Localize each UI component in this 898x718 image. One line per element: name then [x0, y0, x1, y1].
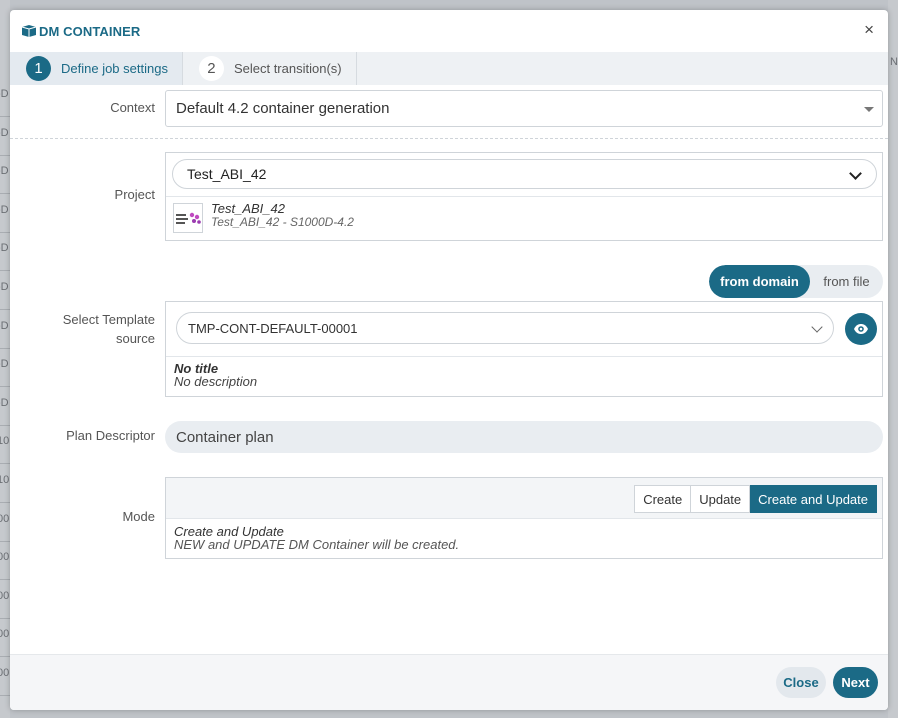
template-source-label-line2: source — [115, 331, 155, 346]
background-row-line — [0, 617, 10, 619]
close-button[interactable]: Close — [776, 667, 826, 698]
template-description: No description — [174, 374, 258, 389]
background-fragment: 00 — [0, 589, 10, 602]
close-icon[interactable]: × — [864, 21, 874, 38]
container-icon — [21, 24, 37, 38]
context-select[interactable]: Default 4.2 container generation — [165, 90, 883, 127]
chevron-down-icon — [849, 167, 862, 180]
background-fragment: 00 — [0, 628, 10, 641]
mode-options-bar: Create Update Create and Update — [166, 478, 882, 519]
chevron-down-icon — [811, 321, 823, 333]
background-fragment: 10 — [0, 435, 10, 448]
step-label: Select transition(s) — [233, 61, 342, 76]
background-row-line — [0, 386, 10, 388]
background-row-line — [0, 695, 10, 696]
template-source-label-line1: Select Template — [62, 312, 155, 327]
context-label: Context — [110, 100, 155, 115]
mode-label: Mode — [122, 509, 155, 524]
background-row-line — [0, 231, 10, 233]
project-card-name: Test_ABI_42 — [211, 201, 285, 216]
project-selected-value: Test_ABI_42 — [187, 166, 267, 182]
background-fragment: N — [890, 56, 898, 68]
background-fragment: -D — [0, 281, 9, 293]
step-number: 1 — [26, 56, 51, 81]
divider — [166, 196, 882, 197]
background-fragment: 00 — [0, 667, 10, 679]
mode-update-button[interactable]: Update — [691, 485, 751, 513]
toggle-from-file[interactable]: from file — [810, 265, 883, 298]
step-select-transitions[interactable]: 2 Select transition(s) — [183, 52, 357, 85]
divider — [166, 356, 882, 357]
background-fragment: 00 — [0, 551, 10, 564]
mode-create-button[interactable]: Create — [634, 485, 692, 513]
background-row-line — [0, 656, 10, 658]
project-label: Project — [114, 187, 155, 202]
background-row-line — [0, 193, 10, 195]
step-define-job-settings[interactable]: 1 Define job settings — [10, 52, 183, 85]
toggle-from-domain[interactable]: from domain — [709, 265, 810, 298]
dialog-title: DM CONTAINER — [39, 23, 141, 39]
background-fragment: 10 — [0, 474, 10, 486]
background-fragment: 00 — [0, 512, 10, 525]
background-fragment: -D — [0, 88, 9, 100]
background-fragment: -D — [0, 126, 9, 139]
project-select[interactable]: Test_ABI_42 — [172, 159, 877, 189]
background-app-right — [888, 0, 898, 718]
template-box: TMP-CONT-DEFAULT-00001 No title No descr… — [165, 301, 883, 397]
background-row-line — [0, 463, 10, 465]
template-selected-value: TMP-CONT-DEFAULT-00001 — [188, 320, 358, 336]
background-row-line — [0, 502, 10, 503]
plan-descriptor-label: Plan Descriptor — [66, 428, 155, 443]
next-button[interactable]: Next — [833, 667, 878, 698]
project-box: Test_ABI_42 Test_ABI_42 Test_ABI_42 - S1… — [165, 152, 883, 241]
background-fragment: -D — [0, 165, 9, 178]
template-source-toggle: from domain from file — [709, 265, 883, 298]
context-value: Default 4.2 container generation — [176, 100, 390, 117]
step-number: 2 — [198, 56, 224, 81]
mode-description: NEW and UPDATE DM Container will be crea… — [174, 537, 460, 552]
mode-create-and-update-button[interactable]: Create and Update — [750, 485, 877, 513]
background-row-line — [0, 116, 10, 117]
preview-template-button[interactable] — [845, 313, 877, 345]
template-select[interactable]: TMP-CONT-DEFAULT-00001 — [176, 312, 834, 344]
dialog-header: DM CONTAINER × — [10, 10, 888, 52]
background-row-line — [0, 309, 10, 310]
background-row-line — [0, 579, 10, 581]
mode-button-group: Create Update Create and Update — [634, 485, 877, 513]
step-label: Define job settings — [61, 61, 168, 76]
mode-box: Create Update Create and Update Create a… — [165, 477, 883, 559]
dialog-footer: Close Next — [10, 654, 888, 710]
background-fragment: -D — [0, 242, 9, 255]
wizard-steps: 1 Define job settings 2 Select transitio… — [10, 52, 888, 85]
background-row-line — [0, 424, 10, 426]
background-row-line — [0, 270, 10, 272]
background-fragment: -D — [0, 358, 9, 371]
background-fragment: -D — [0, 203, 9, 216]
background-row-line — [0, 347, 10, 349]
background-row-line — [0, 154, 10, 156]
caret-down-icon — [864, 107, 874, 112]
background-row-line — [0, 540, 10, 542]
project-logo-icon — [173, 203, 203, 233]
dm-container-dialog: DM CONTAINER × 1 Define job settings 2 S… — [10, 10, 888, 710]
background-fragment: -D — [0, 319, 9, 332]
eye-icon — [854, 324, 868, 334]
plan-descriptor-input[interactable] — [165, 421, 883, 453]
background-fragment: -D — [0, 396, 9, 409]
section-divider — [10, 138, 888, 139]
project-card-description: Test_ABI_42 - S1000D-4.2 — [211, 215, 354, 229]
